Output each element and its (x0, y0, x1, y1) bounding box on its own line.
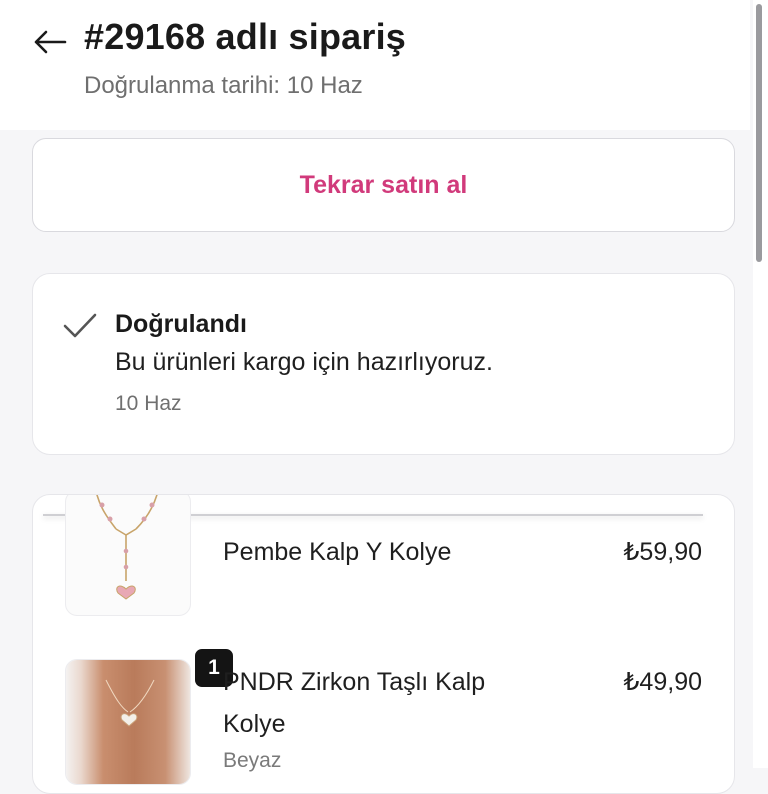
verification-date: Doğrulanma tarihi: 10 Haz (84, 72, 363, 99)
item-variant: Beyaz (223, 749, 282, 772)
item-price: ₺49,90 (623, 668, 702, 696)
item-thumbnail[interactable] (65, 495, 191, 616)
buy-again-button[interactable]: Tekrar satın al (32, 138, 735, 232)
status-title: Doğrulandı (115, 310, 247, 338)
order-header: #29168 adlı sipariş Doğrulanma tarihi: 1… (0, 0, 750, 130)
status-description: Bu ürünleri kargo için hazırlıyoruz. (115, 348, 493, 376)
scrollbar[interactable] (753, 0, 768, 768)
order-items-card: Pembe Kalp Y Kolye ₺59,90 1 PNDR Zirkon … (32, 494, 735, 794)
status-card: Doğrulandı Bu ürünleri kargo için hazırl… (32, 273, 735, 455)
status-date: 10 Haz (115, 392, 182, 415)
necklace-pendant-icon (105, 679, 155, 727)
necklace-thumbnail-icon (96, 495, 158, 600)
item-price: ₺59,90 (623, 538, 702, 566)
checkmark-icon (63, 313, 97, 338)
item-name[interactable]: PNDR Zirkon Taşlı Kalp Kolye (223, 661, 553, 745)
item-name[interactable]: Pembe Kalp Y Kolye (223, 531, 451, 573)
scrollbar-thumb[interactable] (756, 4, 762, 262)
item-thumbnail[interactable] (65, 659, 191, 785)
page-title: #29168 adlı sipariş (84, 16, 407, 57)
arrow-left-icon (34, 30, 67, 54)
back-button[interactable] (30, 22, 70, 62)
